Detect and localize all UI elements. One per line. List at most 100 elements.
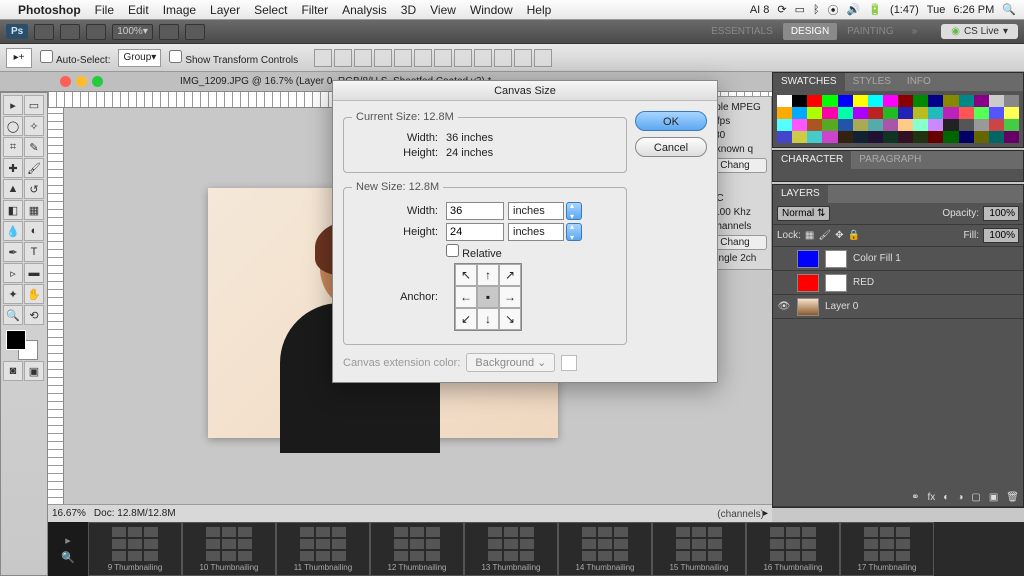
swatch[interactable]: [792, 131, 807, 143]
distribute-3-button[interactable]: [474, 49, 492, 67]
quick-mask-button[interactable]: ◙: [3, 361, 23, 381]
workspace-essentials[interactable]: ESSENTIALS: [703, 23, 781, 40]
hand-tool[interactable]: ✋: [24, 284, 44, 304]
type-tool[interactable]: T: [24, 242, 44, 262]
layer-0[interactable]: 👁 Layer 0: [773, 295, 1023, 319]
launch-minibridge-button[interactable]: [60, 24, 80, 40]
thumbnail-cell[interactable]: 17 Thumbnailing: [840, 522, 934, 576]
move-tool[interactable]: ▸: [3, 95, 23, 115]
swatch[interactable]: [868, 107, 883, 119]
menu-help[interactable]: Help: [527, 3, 552, 17]
swatch[interactable]: [959, 95, 974, 107]
auto-select-checkbox[interactable]: Auto-Select:: [40, 50, 110, 66]
shape-tool[interactable]: ▬: [24, 263, 44, 283]
thumb-nav-down-icon[interactable]: 🔍: [61, 551, 75, 564]
tab-paragraph[interactable]: PARAGRAPH: [851, 151, 929, 169]
anchor-n[interactable]: ↑: [477, 264, 499, 286]
tab-swatches[interactable]: SWATCHES: [773, 73, 845, 91]
distribute-2-button[interactable]: [454, 49, 472, 67]
marquee-tool[interactable]: ▭: [24, 95, 44, 115]
swatch-grid[interactable]: [777, 95, 1019, 143]
close-window-icon[interactable]: [60, 76, 71, 87]
swatch[interactable]: [943, 131, 958, 143]
swatch[interactable]: [777, 131, 792, 143]
swatch[interactable]: [838, 131, 853, 143]
swatch[interactable]: [792, 107, 807, 119]
thumbnail-cell[interactable]: 16 Thumbnailing: [746, 522, 840, 576]
thumbnail-cell[interactable]: 11 Thumbnailing: [276, 522, 370, 576]
doc-size[interactable]: Doc: 12.8M/12.8M: [94, 508, 176, 519]
swatch[interactable]: [822, 95, 837, 107]
swatch[interactable]: [898, 131, 913, 143]
swatch[interactable]: [883, 95, 898, 107]
swatch[interactable]: [898, 119, 913, 131]
arrange-documents-button[interactable]: [159, 24, 179, 40]
ok-button[interactable]: OK: [635, 111, 707, 131]
layer-name[interactable]: RED: [853, 277, 874, 288]
clock-time[interactable]: 6:26 PM: [953, 4, 994, 16]
view-extras-button[interactable]: [86, 24, 106, 40]
swatch[interactable]: [853, 131, 868, 143]
layer-mask-icon[interactable]: ◐: [943, 492, 949, 503]
cancel-button[interactable]: Cancel: [635, 137, 707, 157]
new-layer-icon[interactable]: ▣: [989, 492, 998, 503]
swatch[interactable]: [853, 119, 868, 131]
swatch[interactable]: [1004, 107, 1019, 119]
layer-name[interactable]: Layer 0: [825, 301, 858, 312]
swatch[interactable]: [883, 131, 898, 143]
zoom-select[interactable]: 100% ▾: [112, 24, 153, 40]
swatch[interactable]: [928, 131, 943, 143]
swatch[interactable]: [807, 107, 822, 119]
app-name[interactable]: Photoshop: [18, 3, 81, 17]
swatch[interactable]: [989, 131, 1004, 143]
swatch[interactable]: [838, 119, 853, 131]
lock-position-icon[interactable]: ✥: [835, 230, 843, 241]
swatch[interactable]: [853, 95, 868, 107]
lock-transparency-icon[interactable]: ▦: [805, 230, 814, 241]
swatch[interactable]: [807, 119, 822, 131]
anchor-w[interactable]: ←: [455, 286, 477, 308]
swatch[interactable]: [883, 119, 898, 131]
lock-pixels-icon[interactable]: 🖌: [818, 230, 831, 241]
height-input[interactable]: [446, 223, 504, 241]
color-swatches[interactable]: [3, 330, 45, 360]
menu-edit[interactable]: Edit: [128, 3, 149, 17]
history-brush-tool[interactable]: ↺: [24, 179, 44, 199]
anchor-sw[interactable]: ↙: [455, 308, 477, 330]
anchor-ne[interactable]: ↗: [499, 264, 521, 286]
thumbnail-cell[interactable]: 10 Thumbnailing: [182, 522, 276, 576]
opacity-field[interactable]: 100%: [983, 206, 1019, 221]
menu-3d[interactable]: 3D: [401, 3, 416, 17]
thumb-nav-up-icon[interactable]: ▸: [65, 534, 71, 547]
thumbnail-cell[interactable]: 13 Thumbnailing: [464, 522, 558, 576]
align-bottom-button[interactable]: [354, 49, 372, 67]
eraser-tool[interactable]: ◧: [3, 200, 23, 220]
thumbnail-cell[interactable]: 14 Thumbnailing: [558, 522, 652, 576]
launch-bridge-button[interactable]: [34, 24, 54, 40]
align-vmid-button[interactable]: [334, 49, 352, 67]
align-left-button[interactable]: [374, 49, 392, 67]
swatch[interactable]: [959, 131, 974, 143]
layer-red[interactable]: RED: [773, 271, 1023, 295]
swatch[interactable]: [959, 119, 974, 131]
anchor-grid[interactable]: ↖↑↗ ←▪→ ↙↓↘: [454, 263, 522, 331]
swatch[interactable]: [822, 119, 837, 131]
tab-info[interactable]: INFO: [899, 73, 939, 91]
tab-character[interactable]: CHARACTER: [773, 151, 851, 169]
lasso-tool[interactable]: ◯: [3, 116, 23, 136]
workspace-more-icon[interactable]: »: [904, 23, 926, 40]
battery-icon[interactable]: 🔋: [868, 3, 882, 16]
distribute-6-button[interactable]: [534, 49, 552, 67]
distribute-1-button[interactable]: [434, 49, 452, 67]
zoom-window-icon[interactable]: [92, 76, 103, 87]
swatch[interactable]: [974, 107, 989, 119]
workspace-design[interactable]: DESIGN: [783, 23, 837, 40]
swatch[interactable]: [1004, 119, 1019, 131]
swatch[interactable]: [1004, 131, 1019, 143]
relative-checkbox[interactable]: Relative: [446, 244, 502, 260]
swatch[interactable]: [822, 107, 837, 119]
current-tool-icon[interactable]: ▸+: [6, 48, 32, 68]
swatch[interactable]: [792, 119, 807, 131]
screen-mode-tool[interactable]: ▣: [24, 361, 44, 381]
swatch[interactable]: [974, 119, 989, 131]
